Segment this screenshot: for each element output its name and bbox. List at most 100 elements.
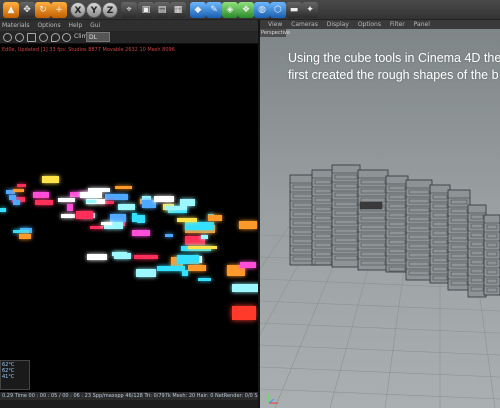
neon-sign: [13, 189, 24, 193]
neon-sign: [41, 175, 60, 183]
neon-sign: [180, 199, 196, 206]
rotate-tool-icon[interactable]: ↻: [35, 2, 51, 18]
building-block: [385, 175, 409, 273]
neon-sign: [66, 204, 74, 212]
article-caption: Using the cube tools in Cinema 4D the a …: [288, 50, 500, 84]
temperature-readout: 62°C 62°C 41°C: [0, 360, 30, 390]
grid-line: [260, 388, 500, 400]
neon-sign: [112, 252, 127, 256]
neon-sign: [32, 192, 49, 199]
sign-block: [359, 201, 383, 210]
menu-cameras[interactable]: Cameras: [291, 21, 318, 28]
neon-sign: [13, 200, 21, 206]
neon-sign: [153, 196, 175, 202]
light-icon[interactable]: ✦: [302, 2, 318, 18]
caption-line-2: first created the rough shapes of the b: [288, 68, 499, 82]
stop-icon[interactable]: [27, 33, 36, 42]
neon-sign: [156, 265, 186, 272]
neon-signs-render[interactable]: [0, 50, 258, 375]
neon-sign: [176, 218, 198, 223]
neon-sign: [238, 221, 258, 229]
z-axis-toggle[interactable]: Z: [102, 2, 118, 18]
refresh-icon[interactable]: [15, 33, 24, 42]
y-axis-toggle[interactable]: Y: [86, 2, 102, 18]
grid-line: [260, 322, 500, 334]
subdivision-icon[interactable]: ◈: [222, 2, 238, 18]
settings-icon[interactable]: [39, 33, 48, 42]
menu-gui[interactable]: Gui: [90, 22, 100, 29]
neon-sign: [114, 185, 133, 190]
neon-sign: [131, 213, 138, 223]
menu-display[interactable]: Display: [327, 21, 349, 28]
clock-icon[interactable]: [3, 33, 12, 42]
neon-sign: [86, 199, 96, 204]
perspective-viewport-panel[interactable]: View Cameras Display Options Filter Pane…: [260, 20, 500, 408]
neon-sign: [187, 264, 207, 272]
neon-sign: [164, 205, 187, 210]
clim-select[interactable]: DL: [86, 32, 110, 42]
add-tool-icon[interactable]: +: [51, 2, 67, 18]
grid-line: [260, 344, 500, 356]
select-tool-icon[interactable]: ▲: [3, 2, 19, 18]
neon-sign: [76, 211, 94, 219]
building-block: [311, 169, 335, 266]
axis-gizmo-icon: [268, 394, 278, 404]
neon-sign: [134, 255, 159, 260]
neon-sign: [200, 234, 209, 240]
array-icon[interactable]: ❖: [238, 2, 254, 18]
pin-icon[interactable]: [51, 33, 60, 42]
neon-sign: [105, 193, 129, 201]
x-axis-toggle[interactable]: X: [70, 2, 86, 18]
main-toolbar: ▲ ✥ ↻ + X Y Z ⌖ ▣ ▤ ▦ ◆ ✎ ◈ ❖ ◍ ⬡ ▬ ✦: [0, 0, 500, 20]
pen-icon[interactable]: ✎: [206, 2, 222, 18]
neon-sign: [136, 215, 146, 224]
menu-options[interactable]: Options: [37, 22, 60, 29]
view-name-label: Perspective: [260, 29, 290, 37]
menu-filter[interactable]: Filter: [390, 21, 405, 28]
neon-sign: [198, 277, 211, 282]
neon-sign: [35, 199, 54, 206]
render-viewport-panel: Materials Options Help Gui Clim DL Ed0e,…: [0, 20, 258, 408]
caption-line-1: Using the cube tools in Cinema 4D the a: [288, 51, 500, 65]
neon-sign: [117, 204, 136, 210]
render-view-icon[interactable]: ▣: [138, 2, 154, 18]
grid-line: [260, 300, 500, 312]
scene-icon[interactable]: ⬡: [270, 2, 286, 18]
neon-sign: [184, 222, 215, 230]
deformer-icon[interactable]: ◍: [254, 2, 270, 18]
neon-sign: [0, 207, 7, 212]
neon-sign: [187, 246, 218, 250]
render-iconbar: Clim DL: [0, 31, 258, 44]
menu-options[interactable]: Options: [358, 21, 381, 28]
neon-sign: [165, 234, 173, 238]
neon-sign: [86, 253, 107, 260]
render-settings-icon[interactable]: ▦: [170, 2, 186, 18]
grid-line: [260, 366, 500, 378]
neon-sign: [18, 233, 31, 240]
render-menubar: Materials Options Help Gui: [0, 20, 258, 31]
render-footer: [0, 400, 258, 408]
neon-sign: [207, 214, 223, 222]
cube-icon[interactable]: ◆: [190, 2, 206, 18]
neon-sign: [80, 192, 102, 199]
neon-sign: [176, 254, 199, 265]
menu-help[interactable]: Help: [69, 22, 83, 29]
camera-icon[interactable]: ▬: [286, 2, 302, 18]
coordinate-system-icon[interactable]: ⌖: [121, 2, 137, 18]
move-tool-icon[interactable]: ✥: [19, 2, 35, 18]
neon-sign: [87, 187, 110, 192]
temperature-value: 41°C: [2, 374, 15, 380]
menu-materials[interactable]: Materials: [2, 22, 30, 29]
render-region-icon[interactable]: ▤: [154, 2, 170, 18]
neon-sign: [109, 213, 126, 222]
menu-view[interactable]: View: [268, 21, 282, 28]
neon-sign: [60, 214, 75, 219]
neon-sign: [57, 198, 76, 202]
neon-sign: [136, 268, 156, 277]
neon-sign: [8, 195, 16, 201]
neon-sign: [100, 222, 112, 226]
globe-icon[interactable]: [62, 33, 71, 42]
render-stats-bar: 0.29 Time 00 : 00 : 05 / 00 : 06 : 23 Sp…: [0, 392, 258, 400]
neon-sign: [17, 183, 26, 187]
menu-panel[interactable]: Panel: [414, 21, 430, 28]
